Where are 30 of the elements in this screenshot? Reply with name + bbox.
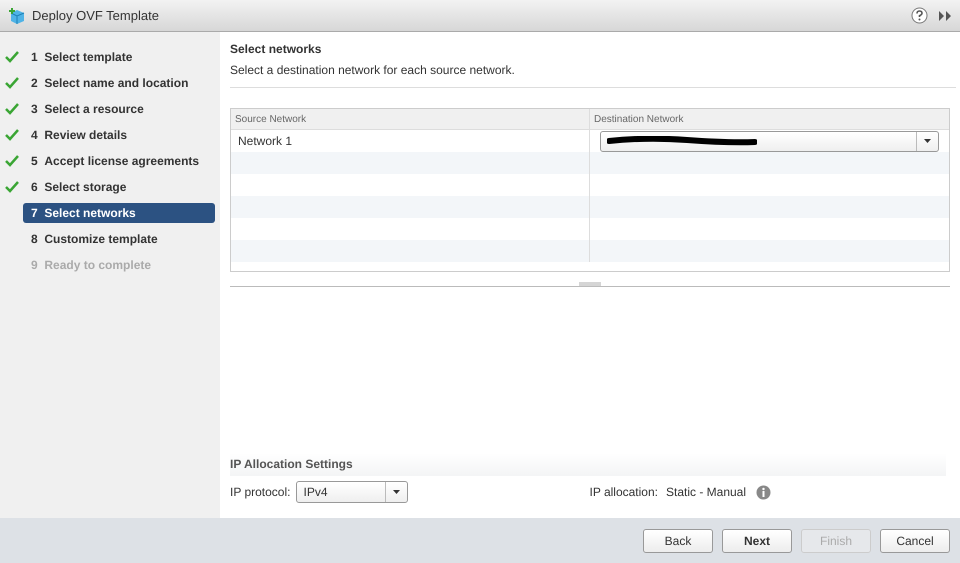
protocol-label: IP protocol: [230, 484, 290, 501]
window-title: Deploy OVF Template [32, 6, 159, 25]
allocation-value: Static - Manual [666, 484, 746, 501]
wizard-step[interactable]: 5 Accept license agreements [23, 151, 215, 171]
caret-icon [393, 490, 400, 494]
expand-icon[interactable] [938, 10, 952, 22]
page-subtitle: Select a destination network for each source network. [230, 62, 516, 79]
info-icon[interactable] [756, 484, 772, 500]
allocation-label: IP allocation: [589, 484, 658, 501]
wizard-button[interactable]: Next [722, 528, 792, 552]
protocol-dropdown[interactable]: IPv4 [296, 481, 408, 503]
wizard-step[interactable]: 8 Customize template [23, 229, 215, 249]
wizard-step[interactable]: 6 Select storage [23, 177, 215, 197]
wizard-step[interactable]: 1 Select template [23, 47, 215, 67]
package-icon [8, 6, 26, 24]
caret-icon [924, 139, 931, 143]
wizard-step[interactable]: 2 Select name and location [23, 73, 215, 93]
network-dropdown[interactable] [600, 130, 939, 152]
table-cell-text: Network 1 [238, 133, 292, 150]
wizard-button[interactable]: Cancel [880, 528, 950, 552]
wizard-step[interactable]: 4 Review details [23, 125, 215, 145]
column-header[interactable]: Destination Network [594, 112, 684, 126]
page-title: Select networks [230, 41, 322, 58]
wizard-button[interactable]: Back [643, 528, 713, 552]
section-title: IP Allocation Settings [230, 456, 353, 473]
help-icon[interactable] [911, 7, 928, 24]
wizard-step[interactable]: 7 Select networks [23, 203, 215, 223]
column-header[interactable]: Source Network [235, 112, 306, 126]
splitter-handle-icon[interactable] [579, 282, 601, 286]
wizard-step[interactable]: 3 Select a resource [23, 99, 215, 119]
